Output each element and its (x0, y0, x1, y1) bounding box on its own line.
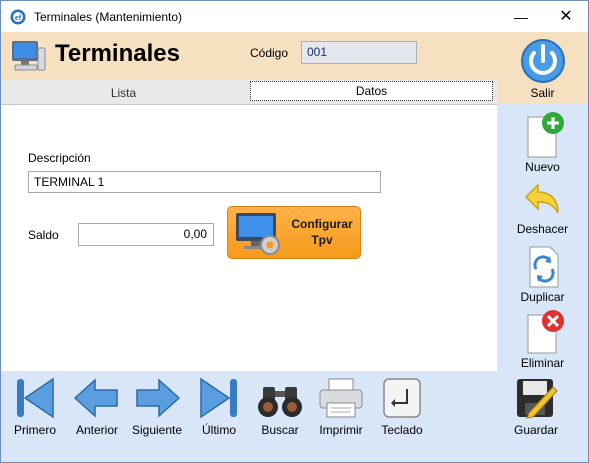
page-title: Terminales (55, 40, 180, 67)
siguiente-button[interactable]: Siguiente (127, 377, 187, 437)
eliminar-button[interactable]: Eliminar (497, 309, 588, 370)
siguiente-label: Siguiente (131, 423, 183, 437)
first-record-icon (17, 377, 54, 419)
salir-label: Salir (530, 86, 555, 100)
eliminar-label: Eliminar (520, 356, 565, 370)
keyboard-key-icon (383, 378, 421, 418)
minimize-button[interactable]: — (504, 3, 538, 31)
duplicate-icon (529, 246, 558, 288)
form-panel: Descripción TERMINAL 1 Saldo 0,00 Config… (1, 105, 497, 371)
anterior-label: Anterior (75, 423, 119, 437)
configurar-tpv-line2: Tpv (311, 233, 333, 247)
nuevo-label: Nuevo (525, 160, 560, 174)
guardar-button[interactable]: Guardar (501, 377, 571, 437)
power-icon (520, 39, 565, 83)
codigo-field[interactable]: 001 (301, 41, 417, 64)
binoculars-icon (258, 387, 302, 417)
teclado-label: Teclado (381, 423, 423, 437)
previous-record-icon (73, 378, 118, 418)
duplicar-label: Duplicar (520, 290, 565, 304)
printer-icon (319, 378, 363, 418)
buscar-label: Buscar (261, 423, 299, 437)
primero-button[interactable]: Primero (7, 377, 63, 437)
header-band: Terminales Código 001 (1, 32, 497, 79)
buscar-button[interactable]: Buscar (253, 377, 307, 437)
salir-button[interactable]: Salir (497, 37, 588, 100)
title-bar: ef Terminales (Mantenimiento) — ✕ (1, 1, 588, 32)
saldo-field[interactable]: 0,00 (78, 223, 214, 246)
duplicar-button[interactable]: Duplicar (497, 245, 588, 304)
guardar-label: Guardar (513, 423, 559, 437)
imprimir-button[interactable]: Imprimir (313, 377, 369, 437)
deshacer-button[interactable]: Deshacer (497, 181, 588, 236)
tab-strip: Lista Datos (1, 79, 497, 105)
configurar-tpv-label: Configurar Tpv (286, 216, 358, 248)
saldo-label: Saldo (28, 228, 59, 242)
undo-icon (524, 183, 559, 214)
last-record-icon (200, 377, 237, 419)
delete-document-icon (527, 310, 564, 354)
tab-lista[interactable]: Lista (1, 81, 246, 105)
nuevo-button[interactable]: Nuevo (497, 111, 588, 174)
app-icon: ef (10, 9, 26, 25)
close-button[interactable]: ✕ (549, 3, 583, 31)
computer-icon (12, 41, 46, 71)
deshacer-label: Deshacer (516, 222, 569, 236)
configurar-tpv-line1: Configurar (291, 217, 353, 231)
bottom-toolbar: Primero Anterior Siguiente Último Buscar… (1, 371, 588, 462)
imprimir-label: Imprimir (319, 423, 363, 437)
save-disk-icon (517, 379, 558, 419)
main-window: ef Terminales (Mantenimiento) — ✕ Termin… (0, 0, 589, 463)
descripcion-field[interactable]: TERMINAL 1 (28, 171, 381, 193)
descripcion-label: Descripción (28, 151, 91, 165)
teclado-button[interactable]: Teclado (375, 377, 429, 437)
monitor-gear-icon (236, 213, 280, 255)
ultimo-button[interactable]: Último (191, 377, 247, 437)
new-document-icon (527, 112, 564, 158)
next-record-icon (136, 378, 181, 418)
primero-label: Primero (13, 423, 56, 437)
window-title: Terminales (Mantenimiento) (34, 10, 183, 24)
codigo-label: Código (250, 46, 289, 60)
ultimo-label: Último (201, 423, 236, 437)
configurar-tpv-button[interactable]: Configurar Tpv (227, 206, 361, 259)
anterior-button[interactable]: Anterior (69, 377, 125, 437)
tab-datos[interactable]: Datos (250, 81, 493, 101)
svg-text:ef: ef (15, 15, 22, 22)
